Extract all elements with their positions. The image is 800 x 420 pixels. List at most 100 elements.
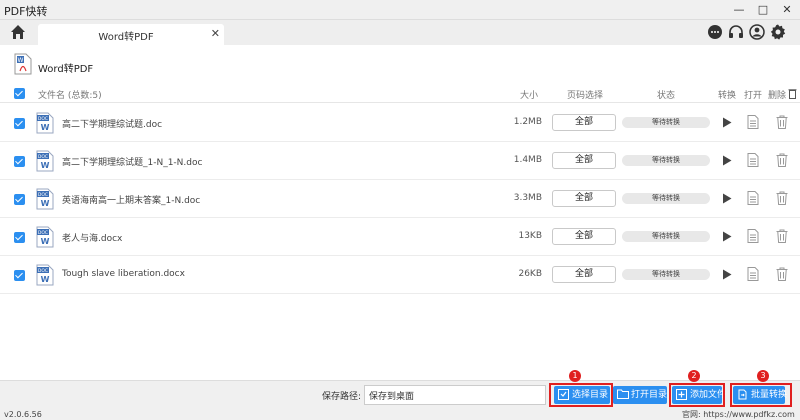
trash-icon[interactable]: [776, 267, 788, 281]
gear-icon[interactable]: [770, 24, 786, 40]
file-size: 1.4MB: [513, 155, 542, 165]
table-row: DOC W 老人与海.docx 13KB 全部 等待转换: [0, 218, 800, 256]
file-name: 英语海南高一上期末答案_1-N.doc: [62, 196, 201, 206]
play-icon[interactable]: [722, 231, 732, 242]
trash-icon[interactable]: [776, 191, 788, 205]
highlight-batch-convert: [730, 383, 792, 407]
file-name: Tough slave liberation.docx: [62, 269, 185, 279]
status-badge: 等待转换: [622, 193, 710, 204]
page-select-button[interactable]: 全部: [552, 190, 616, 207]
tab-close-icon[interactable]: ✕: [211, 27, 220, 40]
doc-icon-letter: W: [41, 161, 50, 170]
trash-icon[interactable]: [776, 115, 788, 129]
doc-icon-tag: DOC: [38, 230, 48, 236]
doc-icon-tag: DOC: [38, 154, 48, 160]
header-convert: 转换: [718, 91, 737, 101]
header-open: 打开: [744, 91, 763, 101]
status-badge: 等待转换: [622, 231, 710, 242]
save-path-label: 保存路径:: [322, 392, 362, 402]
open-file-icon[interactable]: [747, 115, 759, 129]
status-badge: 等待转换: [622, 269, 710, 280]
page-select-button[interactable]: 全部: [552, 114, 616, 131]
header-filename: 文件名 (总数:5): [38, 91, 102, 101]
doc-icon-letter: W: [41, 199, 50, 208]
table-row: DOC W 高二下学期理综试题_1-N_1-N.doc 1.4MB 全部 等待转换: [0, 142, 800, 180]
close-window-button[interactable]: ✕: [776, 2, 798, 18]
file-name: 老人与海.docx: [62, 234, 123, 244]
title-bar: PDF快转 — □ ✕: [0, 0, 800, 20]
row-checkbox[interactable]: [14, 118, 25, 129]
row-checkbox[interactable]: [14, 232, 25, 243]
doc-icon-tag: DOC: [38, 116, 48, 122]
select-all-checkbox[interactable]: [14, 88, 25, 99]
header-page: 页码选择: [567, 91, 604, 101]
panel-header: W Word转PDF: [14, 53, 93, 79]
save-path-input[interactable]: [364, 385, 546, 405]
word-doc-icon: DOCW: [36, 112, 54, 134]
page-select-button[interactable]: 全部: [552, 152, 616, 169]
open-file-icon[interactable]: [747, 229, 759, 243]
headset-icon[interactable]: [728, 24, 744, 40]
minimize-button[interactable]: —: [728, 2, 750, 18]
panel-title: Word转PDF: [38, 64, 94, 75]
doc-icon-letter: W: [41, 123, 50, 132]
website-link[interactable]: 官网: https://www.pdfkz.com: [682, 410, 795, 420]
row-checkbox[interactable]: [14, 270, 25, 281]
highlight-select-dir: [549, 383, 613, 407]
step-badge-3: 3: [757, 370, 769, 382]
open-dir-button[interactable]: 打开目录: [613, 386, 667, 404]
word-doc-icon: DOCW: [36, 264, 54, 286]
home-icon[interactable]: [10, 24, 26, 40]
doc-icon-tag: DOC: [38, 192, 48, 198]
maximize-button[interactable]: □: [752, 2, 774, 18]
file-size: 3.3MB: [513, 193, 542, 203]
tab-word-to-pdf[interactable]: Word转PDF ✕: [38, 24, 224, 45]
table-header: 文件名 (总数:5) 大小 页码选择 状态 转换 打开 删除: [0, 85, 800, 103]
window-title: PDF快转: [4, 5, 48, 18]
table-row: DOC W Tough slave liberation.docx 26KB 全部 等待转…: [0, 256, 800, 294]
play-icon[interactable]: [722, 117, 732, 128]
file-size: 26KB: [518, 269, 542, 279]
main-panel: W Word转PDF 文件名 (总数:5) 大小 页码选择 状态 转换 打开 删…: [0, 45, 800, 380]
table-row: DOC W 英语海南高一上期末答案_1-N.doc 3.3MB 全部 等待转换: [0, 180, 800, 218]
step-badge-2: 2: [688, 370, 700, 382]
folder-icon: [617, 389, 629, 399]
chat-icon[interactable]: [707, 24, 723, 40]
file-size: 13KB: [518, 231, 542, 241]
header-size: 大小: [520, 91, 539, 101]
word-pdf-icon: W: [14, 53, 32, 75]
file-name: 高二下学期理综试题_1-N_1-N.doc: [62, 158, 203, 168]
highlight-add-file: [669, 383, 725, 407]
word-doc-icon: DOCW: [36, 188, 54, 210]
doc-icon-letter: W: [41, 237, 50, 246]
delete-all-icon[interactable]: [788, 88, 797, 99]
user-icon[interactable]: [749, 24, 765, 40]
play-icon[interactable]: [722, 155, 732, 166]
page-select-button[interactable]: 全部: [552, 266, 616, 283]
open-file-icon[interactable]: [747, 267, 759, 281]
doc-icon-tag: DOC: [38, 268, 48, 274]
header-status: 状态: [657, 91, 676, 101]
tab-bar: Word转PDF ✕: [0, 20, 800, 45]
trash-icon[interactable]: [776, 153, 788, 167]
file-size: 1.2MB: [513, 117, 542, 127]
header-delete: 删除: [768, 91, 787, 101]
open-dir-label: 打开目录: [631, 390, 668, 400]
row-checkbox[interactable]: [14, 194, 25, 205]
play-icon[interactable]: [722, 193, 732, 204]
table-row: DOC W 高二下学期理综试题.doc 1.2MB 全部 等待转换: [0, 104, 800, 142]
trash-icon[interactable]: [776, 229, 788, 243]
word-doc-icon: DOCW: [36, 226, 54, 248]
step-badge-1: 1: [569, 370, 581, 382]
play-icon[interactable]: [722, 269, 732, 280]
status-badge: 等待转换: [622, 117, 710, 128]
word-doc-icon: DOCW: [36, 150, 54, 172]
page-select-button[interactable]: 全部: [552, 228, 616, 245]
version-text: v2.0.6.56: [4, 410, 42, 419]
open-file-icon[interactable]: [747, 191, 759, 205]
open-file-icon[interactable]: [747, 153, 759, 167]
bottom-bar: 保存路径: 选择目录 打开目录 添加文件 批量转换 1 2 3: [0, 370, 800, 410]
svg-text:W: W: [18, 57, 24, 64]
row-checkbox[interactable]: [14, 156, 25, 167]
footer: v2.0.6.56 官网: https://www.pdfkz.com: [0, 410, 800, 420]
